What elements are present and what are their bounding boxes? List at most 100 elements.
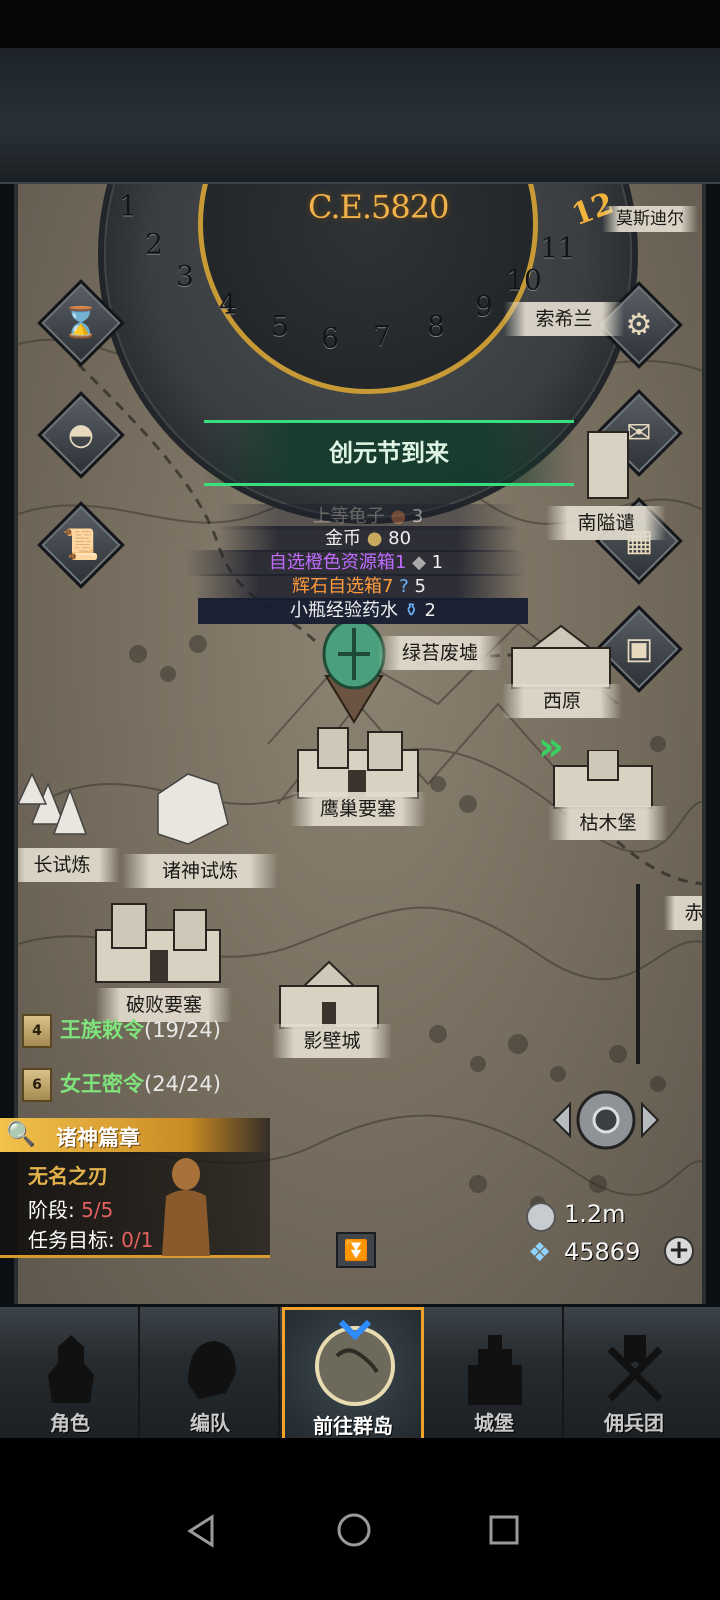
helmet-icon	[188, 1341, 236, 1399]
reward-qty: 3	[411, 506, 424, 527]
reward-row-5: 小瓶经验药水 ⚱ 2	[198, 598, 528, 624]
reward-label: 自选橙色资源箱1	[268, 552, 407, 573]
gem-amount: 45869	[564, 1238, 641, 1266]
chapter-hero-portrait	[162, 1158, 210, 1256]
quest-name: 女王密令	[60, 1072, 144, 1096]
silver-icon	[526, 1202, 556, 1232]
gem-icon: ❖	[528, 1238, 552, 1268]
quest-row-1[interactable]: 4 王族敕令(19/24)	[22, 1010, 221, 1050]
coin-icon: ●	[366, 528, 389, 549]
banner-swords-icon	[607, 1335, 663, 1402]
dial-month-6: 6	[321, 321, 339, 355]
reward-label: 小瓶经验药水	[290, 600, 398, 621]
castle-kumu-icon[interactable]	[548, 750, 658, 810]
knight-icon	[48, 1335, 94, 1403]
bag-icon: ◓	[67, 417, 95, 453]
castle-nanqiao-icon[interactable]	[578, 424, 638, 500]
silver-amount: 1.2m	[564, 1200, 626, 1228]
castle-yingbi-icon[interactable]	[274, 954, 384, 1030]
reward-qty: 1	[431, 552, 444, 573]
nav-label: 城堡	[474, 1411, 514, 1435]
map-edge-bar	[636, 884, 640, 1064]
nav-castle[interactable]: 城堡	[424, 1307, 564, 1441]
dial-month-2: 2	[145, 227, 163, 261]
nav-mercenary[interactable]: 佣兵团	[564, 1307, 704, 1441]
place-lutai[interactable]: 绿苔废墟	[378, 636, 502, 670]
top-frame	[0, 48, 720, 184]
status-bar	[0, 0, 720, 48]
reward-row-4: 辉石自选箱7 ? 5	[194, 574, 524, 600]
place-kumu[interactable]: 枯木堡	[548, 806, 668, 840]
dial-month-11: 11	[540, 231, 576, 265]
chapter-goal: 任务目标: 0/1	[28, 1224, 153, 1253]
nav-label: 佣兵团	[604, 1411, 664, 1435]
place-mosidier[interactable]: 莫斯迪尔	[602, 206, 698, 232]
chapter-header: 🔍 诸神篇章	[0, 1118, 270, 1152]
dial-month-4: 4	[219, 287, 237, 321]
scroll-icon: 📜	[62, 527, 100, 563]
reward-row-3: 自选橙色资源箱1 ◆ 1	[186, 550, 526, 576]
dial-month-8: 8	[427, 309, 445, 343]
bottom-nav: 角色 编队 前往群岛 城堡 佣兵团	[0, 1304, 720, 1441]
place-suoxilan[interactable]: 索希兰	[504, 302, 624, 336]
direction-arrow-icon[interactable]: »	[538, 724, 564, 770]
chapter-quest-name: 无名之刃	[28, 1164, 108, 1188]
place-nanqiao[interactable]: 南隘谴	[546, 506, 666, 540]
quest-progress: (24/24)	[144, 1072, 221, 1096]
place-yingchao[interactable]: 鹰巢要塞	[290, 792, 426, 826]
quest-row-2[interactable]: 6 女王密令(24/24)	[22, 1064, 221, 1104]
crate-icon: ▣	[624, 631, 654, 667]
home-icon[interactable]	[336, 1512, 372, 1548]
hourglass-icon: ⌛	[62, 305, 100, 341]
dial-month-7: 7	[373, 319, 391, 353]
quest-progress: (19/24)	[144, 1018, 221, 1042]
dial-month-5: 5	[271, 309, 289, 343]
nav-label: 角色	[50, 1411, 90, 1435]
stage-value: 5/5	[81, 1198, 114, 1222]
nav-go-islands[interactable]: 前往群岛	[282, 1307, 424, 1441]
reward-item-icon: ◆	[412, 552, 432, 573]
event-banner: 创元节到来	[204, 420, 574, 486]
place-zhushen[interactable]: 诸神试炼	[122, 854, 278, 888]
place-chi[interactable]: 赤	[664, 896, 702, 930]
quest-scroll-icon: 4	[22, 1014, 52, 1048]
dial-month-9: 9	[475, 289, 493, 323]
chapter-stage: 阶段: 5/5	[28, 1194, 113, 1223]
reward-label: 辉石自选箱7	[292, 576, 394, 597]
system-navigation-bar	[0, 1438, 720, 1600]
recents-icon[interactable]	[488, 1514, 520, 1546]
nav-label: 编队	[190, 1411, 230, 1435]
quest-name: 王族敕令	[60, 1018, 144, 1042]
nav-formation[interactable]: 编队	[140, 1307, 280, 1441]
potion-icon: ⚱	[403, 600, 425, 621]
dial-month-1: 1	[119, 189, 137, 223]
dial-month-10: 10	[506, 263, 542, 297]
back-icon[interactable]	[186, 1514, 216, 1548]
chapter-panel[interactable]: 🔍 诸神篇章 无名之刃 阶段: 5/5 任务目标: 0/1	[0, 1118, 270, 1258]
nav-character[interactable]: 角色	[0, 1307, 140, 1441]
castle-xiyuan-icon[interactable]	[506, 620, 616, 690]
place-yingbi[interactable]: 影壁城	[272, 1024, 392, 1058]
nav-label: 前往群岛	[313, 1414, 393, 1438]
stage-label: 阶段:	[28, 1198, 75, 1222]
locate-center-button[interactable]	[548, 1080, 664, 1160]
castle-icon	[468, 1335, 522, 1405]
add-gems-button[interactable]: +	[664, 1236, 694, 1266]
globe-icon	[315, 1319, 395, 1406]
year-display: C.E.5820	[308, 188, 449, 226]
reward-qty: 5	[414, 576, 426, 597]
search-icon: 🔍	[6, 1120, 36, 1148]
reward-label: 金币	[324, 528, 361, 549]
place-changshilian[interactable]: 长试炼	[18, 848, 120, 882]
reward-item-icon: ●	[390, 506, 412, 527]
place-xiyuan[interactable]: 西原	[502, 684, 622, 718]
reward-label: 上等龟子	[312, 506, 385, 527]
reward-item-icon: ?	[399, 576, 415, 597]
gear-icon: ⚙	[625, 307, 653, 343]
collapse-chapter-button[interactable]: ⏬	[336, 1232, 376, 1268]
dial-month-3: 3	[176, 259, 194, 293]
chevron-down-icon: ⏬	[343, 1238, 369, 1262]
quest-scroll-icon: 6	[22, 1068, 52, 1102]
castle-pobai-icon[interactable]	[88, 894, 228, 984]
castle-yingchao-icon[interactable]	[288, 720, 428, 800]
